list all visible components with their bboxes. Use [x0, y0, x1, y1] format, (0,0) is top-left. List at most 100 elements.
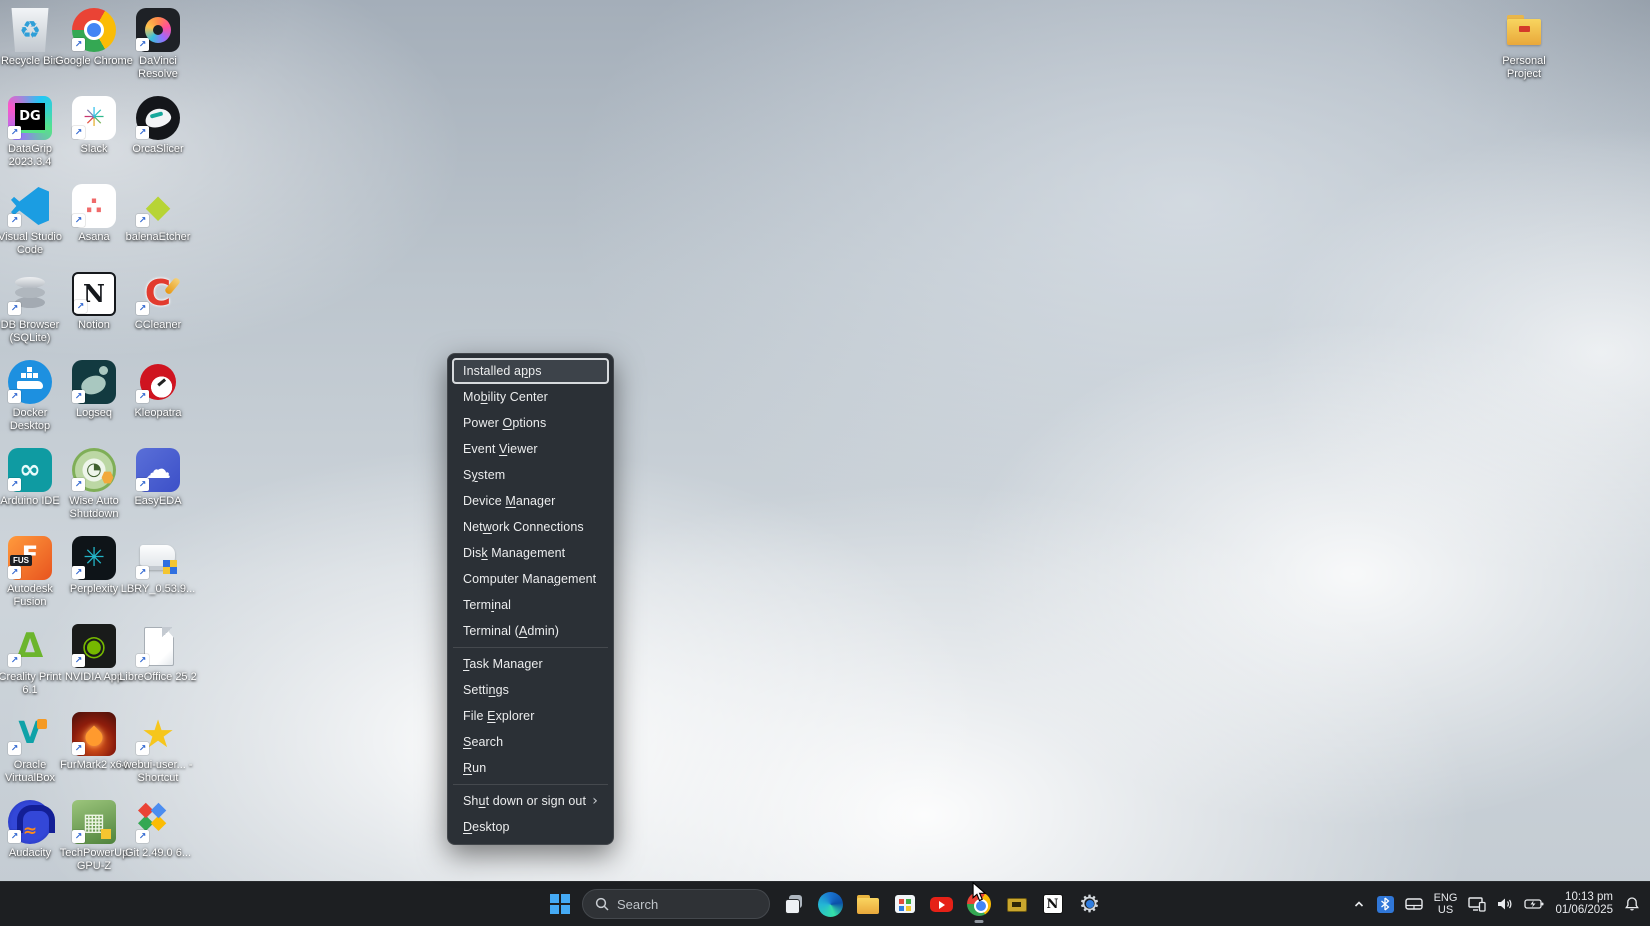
desktop-icon-notion[interactable]: N↗Notion	[62, 272, 126, 332]
shortcut-arrow-icon: ↗	[72, 654, 85, 667]
desktop-icon-db-browser-sqlite[interactable]: ↗DB Browser (SQLite)	[0, 272, 62, 345]
desktop-icon-perplexity[interactable]: ✳↗Perplexity	[62, 536, 126, 596]
taskbar-task-view-icon[interactable]	[775, 884, 812, 924]
desktop-icon-logseq[interactable]: ↗Logseq	[62, 360, 126, 420]
volume-icon[interactable]	[1497, 897, 1513, 911]
shortcut-arrow-icon: ↗	[136, 214, 149, 227]
menu-item-settings[interactable]: Settings	[452, 677, 609, 703]
db-browser-sqlite-icon: ↗	[8, 272, 52, 316]
desktop-icon-davinci-resolve[interactable]: ↗DaVinci Resolve	[126, 8, 190, 81]
search-icon	[595, 897, 609, 911]
bluetooth-icon[interactable]	[1377, 896, 1394, 913]
taskbar-edge-icon[interactable]	[812, 884, 849, 924]
desktop-icon-git[interactable]: ↗Git 2.49.0 6...	[126, 800, 190, 860]
desktop-icon-asana[interactable]: ∴↗Asana	[62, 184, 126, 244]
tray-date: 01/06/2025	[1555, 904, 1613, 918]
desktop-icon-recycle-bin[interactable]: ♻Recycle Bin	[0, 8, 62, 68]
desktop-icon-gpu-z[interactable]: ▦↗TechPowerUp GPU-Z	[62, 800, 126, 873]
menu-item-mobility-center[interactable]: Mobility Center	[452, 384, 609, 410]
desktop-icon-vscode[interactable]: ↗Visual Studio Code	[0, 184, 62, 257]
taskbar-file-explorer-icon[interactable]	[849, 884, 886, 924]
start-button[interactable]	[543, 884, 577, 924]
shortcut-arrow-icon: ↗	[72, 478, 85, 491]
shortcut-arrow-icon: ↗	[8, 742, 21, 755]
taskbar-youtube-icon[interactable]	[923, 884, 960, 924]
desktop-icon-libreoffice[interactable]: ↗LibreOffice 25.2	[126, 624, 190, 684]
desktop-icon-ccleaner[interactable]: C↗CCleaner	[126, 272, 190, 332]
desktop-icon-docker[interactable]: ↗Docker Desktop	[0, 360, 62, 433]
tray-clock[interactable]: 10:13 pm 01/06/2025	[1555, 891, 1613, 918]
menu-item-terminal[interactable]: Terminal	[452, 592, 609, 618]
menu-item-search[interactable]: Search	[452, 729, 609, 755]
taskbar-settings-gear-icon[interactable]: ⚙	[1071, 884, 1108, 924]
menu-item-system[interactable]: System	[452, 462, 609, 488]
shortcut-arrow-icon: ↗	[8, 390, 21, 403]
desktop-icon-label: DaVinci Resolve	[119, 55, 197, 81]
desktop-icon-balena-etcher[interactable]: ◆↗balenaEtcher	[126, 184, 190, 244]
desktop-icon-autodesk-fusion[interactable]: FFUS↗Autodesk Fusion	[0, 536, 62, 609]
menu-item-file-explorer[interactable]: File Explorer	[452, 703, 609, 729]
shortcut-arrow-icon: ↗	[136, 742, 149, 755]
desktop-icon-creality-print[interactable]: Δ↗Creality Print 6.1	[0, 624, 62, 697]
creality-print-icon: Δ↗	[8, 624, 52, 668]
gpu-z-icon: ▦↗	[72, 800, 116, 844]
taskbar-yellow-card-app-icon[interactable]	[997, 884, 1034, 924]
shortcut-arrow-icon: ↗	[136, 478, 149, 491]
desktop-icon-datagrip[interactable]: DG↗DataGrip 2023.3.4	[0, 96, 62, 169]
menu-item-task-manager[interactable]: Task Manager	[452, 651, 609, 677]
menu-item-disk-management[interactable]: Disk Management	[452, 540, 609, 566]
notification-bell-icon[interactable]	[1624, 896, 1640, 912]
ccleaner-icon: C↗	[136, 272, 180, 316]
balena-etcher-icon: ◆↗	[136, 184, 180, 228]
asana-icon: ∴↗	[72, 184, 116, 228]
datagrip-icon: DG↗	[8, 96, 52, 140]
shortcut-arrow-icon: ↗	[72, 38, 85, 51]
menu-item-computer-management[interactable]: Computer Management	[452, 566, 609, 592]
menu-item-power-options[interactable]: Power Options	[452, 410, 609, 436]
shortcut-arrow-icon: ↗	[74, 300, 87, 313]
desktop-icon-chrome[interactable]: ↗Google Chrome	[62, 8, 126, 68]
touchpad-icon[interactable]	[1405, 897, 1423, 911]
desktop-icon-kleopatra[interactable]: ↗Kleopatra	[126, 360, 190, 420]
docker-icon: ↗	[8, 360, 52, 404]
desktop-icon-wise-auto-shutdown[interactable]: ◔↗Wise Auto Shutdown	[62, 448, 126, 521]
desktop-icon-nvidia-app[interactable]: ◉↗NVIDIA App	[62, 624, 126, 684]
desktop-icon-audacity[interactable]: ≈↗Audacity	[0, 800, 62, 860]
desktop-icon-arduino-ide[interactable]: ∞↗Arduino IDE	[0, 448, 62, 508]
taskbar-notion-icon[interactable]: N	[1034, 884, 1071, 924]
battery-charging-icon[interactable]	[1524, 898, 1544, 910]
taskbar-search[interactable]: Search	[582, 889, 770, 919]
menu-item-installed-apps[interactable]: Installed apps	[452, 358, 609, 384]
desktop-icon-label: balenaEtcher	[119, 231, 197, 244]
desktop-icon-orcaslicer[interactable]: ↗OrcaSlicer	[126, 96, 190, 156]
shortcut-arrow-icon: ↗	[136, 654, 149, 667]
menu-item-desktop[interactable]: Desktop	[452, 814, 609, 840]
virtualbox-icon: V↗	[8, 712, 52, 756]
taskbar-microsoft-store-icon[interactable]	[886, 884, 923, 924]
desktop-icon-label: webui-user... - Shortcut	[119, 759, 197, 785]
language-indicator[interactable]: ENG US	[1434, 892, 1458, 916]
search-placeholder: Search	[617, 897, 658, 912]
furmark-icon: ↗	[72, 712, 116, 756]
menu-item-shut-down-or-sign-out[interactable]: Shut down or sign out›	[452, 788, 609, 814]
nvidia-app-icon: ◉↗	[72, 624, 116, 668]
desktop-icon-easyeda[interactable]: ☁↗EasyEDA	[126, 448, 190, 508]
desktop-icon-furmark[interactable]: ↗FurMark2 x64	[62, 712, 126, 772]
desktop-icon-slack[interactable]: ✳↗Slack	[62, 96, 126, 156]
logseq-icon: ↗	[72, 360, 116, 404]
shortcut-arrow-icon: ↗	[8, 830, 21, 843]
tray-time: 10:13 pm	[1555, 891, 1613, 905]
menu-item-network-connections[interactable]: Network Connections	[452, 514, 609, 540]
menu-item-event-viewer[interactable]: Event Viewer	[452, 436, 609, 462]
davinci-resolve-icon: ↗	[136, 8, 180, 52]
tray-chevron-up-icon[interactable]	[1352, 897, 1366, 911]
desktop-icon-webui-star[interactable]: ★↗webui-user... - Shortcut	[126, 712, 190, 785]
menu-item-device-manager[interactable]: Device Manager	[452, 488, 609, 514]
menu-item-run[interactable]: Run	[452, 755, 609, 781]
desktop-icon-lbry[interactable]: ↗LBRY_0.53.9...	[126, 536, 190, 596]
desktop-icon-personal-project[interactable]: Personal Project	[1494, 8, 1554, 81]
desktop-icon-virtualbox[interactable]: V↗Oracle VirtualBox	[0, 712, 62, 785]
cast-display-icon[interactable]	[1468, 897, 1486, 912]
menu-item-terminal-admin[interactable]: Terminal (Admin)	[452, 618, 609, 644]
desktop-icon-label: Git 2.49.0 6...	[119, 847, 197, 860]
